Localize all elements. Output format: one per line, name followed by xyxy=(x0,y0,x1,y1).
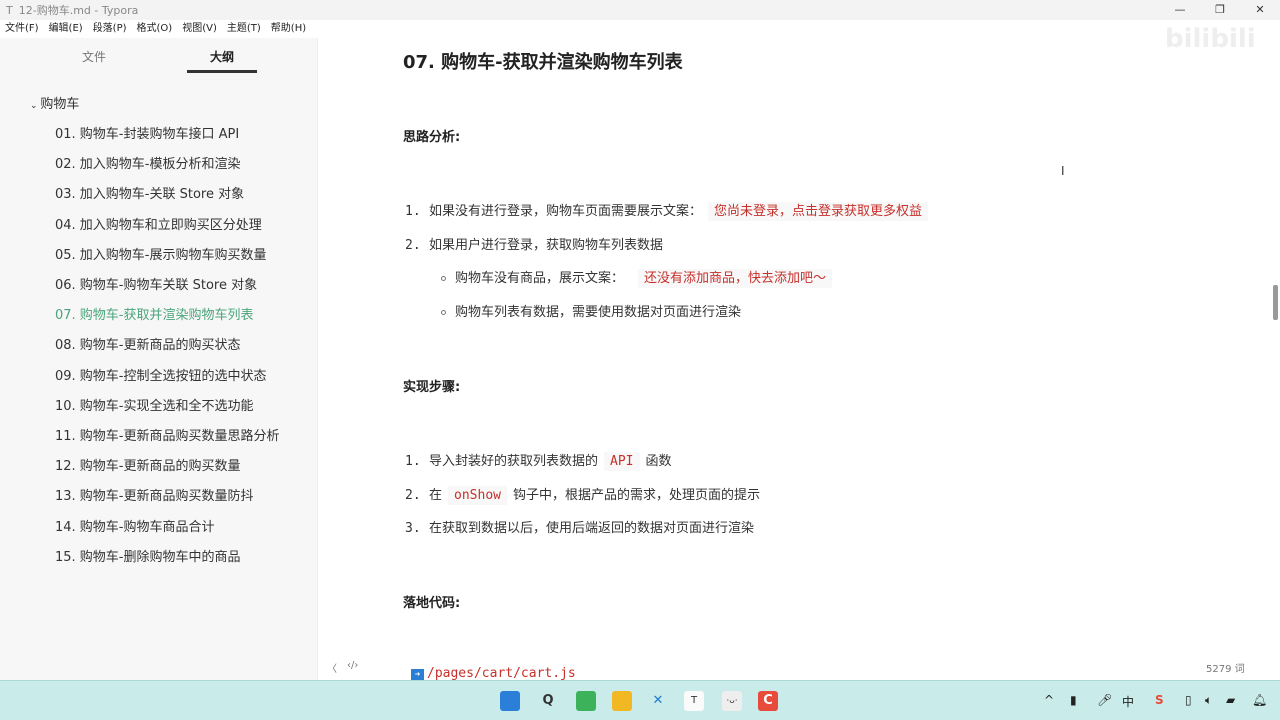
source-code-mode-icon[interactable]: ‹/› xyxy=(347,660,358,671)
file-explorer-icon[interactable] xyxy=(612,691,632,711)
outline-item[interactable]: 04. 加入购物车和立即购买区分处理 xyxy=(55,214,262,233)
list-item: 1. 导入封装好的获取列表数据的 API 函数 xyxy=(405,452,672,471)
list-item: 1. 如果没有进行登录，购物车页面需要展示文案： 您尚未登录，点击登录获取更多权益 xyxy=(405,200,929,221)
app-icon: T xyxy=(6,3,13,17)
minimize-button[interactable]: — xyxy=(1160,0,1200,20)
outline-item[interactable]: 15. 购物车-删除购物车中的商品 xyxy=(55,546,241,565)
typora-icon[interactable]: T xyxy=(684,691,704,711)
list-item: 购物车列表有数据，需要使用数据对页面进行渲染 xyxy=(441,301,741,320)
outline-item[interactable]: 07. 购物车-获取并渲染购物车列表 xyxy=(55,304,254,323)
sidebar: 文件 大纲 ⌄ 购物车 01. 购物车-封装购物车接口 API 02. 加入购物车… xyxy=(0,38,318,680)
section-heading: 落地代码: xyxy=(403,596,461,611)
app-icon[interactable]: ·ᴗ· xyxy=(722,691,742,711)
outline-item[interactable]: 09. 购物车-控制全选按钮的选中状态 xyxy=(55,365,267,384)
search-icon[interactable]: Q xyxy=(538,691,558,711)
outline-item[interactable]: 11. 购物车-更新商品购买数量思路分析 xyxy=(55,425,280,444)
bookmark-icon[interactable]: ▮ xyxy=(1070,693,1077,707)
active-tab-indicator xyxy=(187,70,257,73)
outline-root[interactable]: ⌄ 购物车 xyxy=(30,93,79,112)
sogou-icon[interactable]: S xyxy=(1155,693,1164,707)
highlight-text: 还没有添加商品，快去添加吧～ xyxy=(638,269,833,288)
word-count[interactable]: 5279 词 xyxy=(1206,660,1245,675)
menu-bar: 文件(F) 编辑(E) 段落(P) 格式(O) 视图(V) 主题(T) 帮助(H… xyxy=(0,20,316,38)
tab-files[interactable]: 文件 xyxy=(82,48,106,65)
vscode-icon[interactable]: ✕ xyxy=(648,691,668,711)
app-green-icon[interactable] xyxy=(576,691,596,711)
toggle-sidebar-icon[interactable]: 〈 xyxy=(327,660,337,675)
taskbar: Q ✕ T ·ᴗ· C ^ ▮ 🎤︎ 中 S ▯ 🔈︎ ▰ 🔔︎ xyxy=(0,680,1280,720)
chevron-down-icon: ⌄ xyxy=(30,101,41,111)
window-title: 12-购物车.md - Typora xyxy=(18,4,139,17)
scrollbar[interactable] xyxy=(1273,285,1278,320)
section-heading: 实现步骤: xyxy=(403,380,461,395)
page-title: 07. 购物车-获取并渲染购物车列表 xyxy=(403,52,683,73)
outline-item[interactable]: 08. 购物车-更新商品的购买状态 xyxy=(55,334,241,353)
outline-item[interactable]: 02. 加入购物车-模板分析和渲染 xyxy=(55,153,241,172)
outline-item[interactable]: 14. 购物车-购物车商品合计 xyxy=(55,516,215,535)
network-icon[interactable]: ▯ xyxy=(1185,693,1192,707)
maximize-button[interactable]: ❐ xyxy=(1200,0,1240,20)
list-item: 购物车没有商品，展示文案： 还没有添加商品，快去添加吧～ xyxy=(441,267,833,288)
menu-file[interactable]: 文件(F) xyxy=(5,20,39,38)
app-red-icon[interactable]: C xyxy=(758,691,778,711)
outline-item[interactable]: 05. 加入购物车-展示购物车购买数量 xyxy=(55,244,267,263)
menu-paragraph[interactable]: 段落(P) xyxy=(93,20,127,38)
watermark-logo: bilibili xyxy=(1165,24,1256,54)
outline-item[interactable]: 01. 购物车-封装购物车接口 API xyxy=(55,123,239,142)
editor[interactable]: 07. 购物车-获取并渲染购物车列表 思路分析: I 1. 如果没有进行登录，购物… xyxy=(319,38,1272,682)
menu-edit[interactable]: 编辑(E) xyxy=(49,20,83,38)
menu-help[interactable]: 帮助(H) xyxy=(271,20,306,38)
menu-theme[interactable]: 主题(T) xyxy=(227,20,261,38)
menu-view[interactable]: 视图(V) xyxy=(182,20,217,38)
outline-item[interactable]: 06. 购物车-购物车关联 Store 对象 xyxy=(55,274,257,293)
input-method-icon[interactable]: 中 xyxy=(1122,693,1134,710)
list-item: 2. 如果用户进行登录，获取购物车列表数据 xyxy=(405,238,664,253)
outline-item[interactable]: 13. 购物车-更新商品购买数量防抖 xyxy=(55,485,254,504)
notification-icon[interactable]: 🔔︎ xyxy=(1252,693,1267,707)
outline-item[interactable]: 10. 购物车-实现全选和全不选功能 xyxy=(55,395,254,414)
list-item: 2. 在 onShow 钩子中，根据产品的需求，处理页面的提示 xyxy=(405,486,760,505)
tab-outline[interactable]: 大纲 xyxy=(210,48,234,65)
text-cursor-icon: I xyxy=(1061,164,1065,178)
list-item: 3. 在获取到数据以后，使用后端返回的数据对页面进行渲染 xyxy=(405,521,755,536)
highlight-text: 您尚未登录，点击登录获取更多权益 xyxy=(708,202,929,221)
menu-format[interactable]: 格式(O) xyxy=(137,20,173,38)
close-button[interactable]: ✕ xyxy=(1240,0,1280,20)
tray-expand-icon[interactable]: ^ xyxy=(1044,693,1054,707)
windows-start-icon[interactable] xyxy=(500,691,520,711)
volume-icon[interactable]: 🔈︎ xyxy=(1205,693,1212,708)
outline-item[interactable]: 12. 购物车-更新商品的购买数量 xyxy=(55,455,241,474)
title-bar: T 12-购物车.md - Typora — ❐ ✕ xyxy=(0,0,1280,20)
microphone-icon[interactable]: 🎤︎ xyxy=(1097,693,1112,707)
outline-item[interactable]: 03. 加入购物车-关联 Store 对象 xyxy=(55,183,244,202)
battery-icon[interactable]: ▰ xyxy=(1226,693,1235,707)
section-heading: 思路分析: xyxy=(403,130,461,145)
